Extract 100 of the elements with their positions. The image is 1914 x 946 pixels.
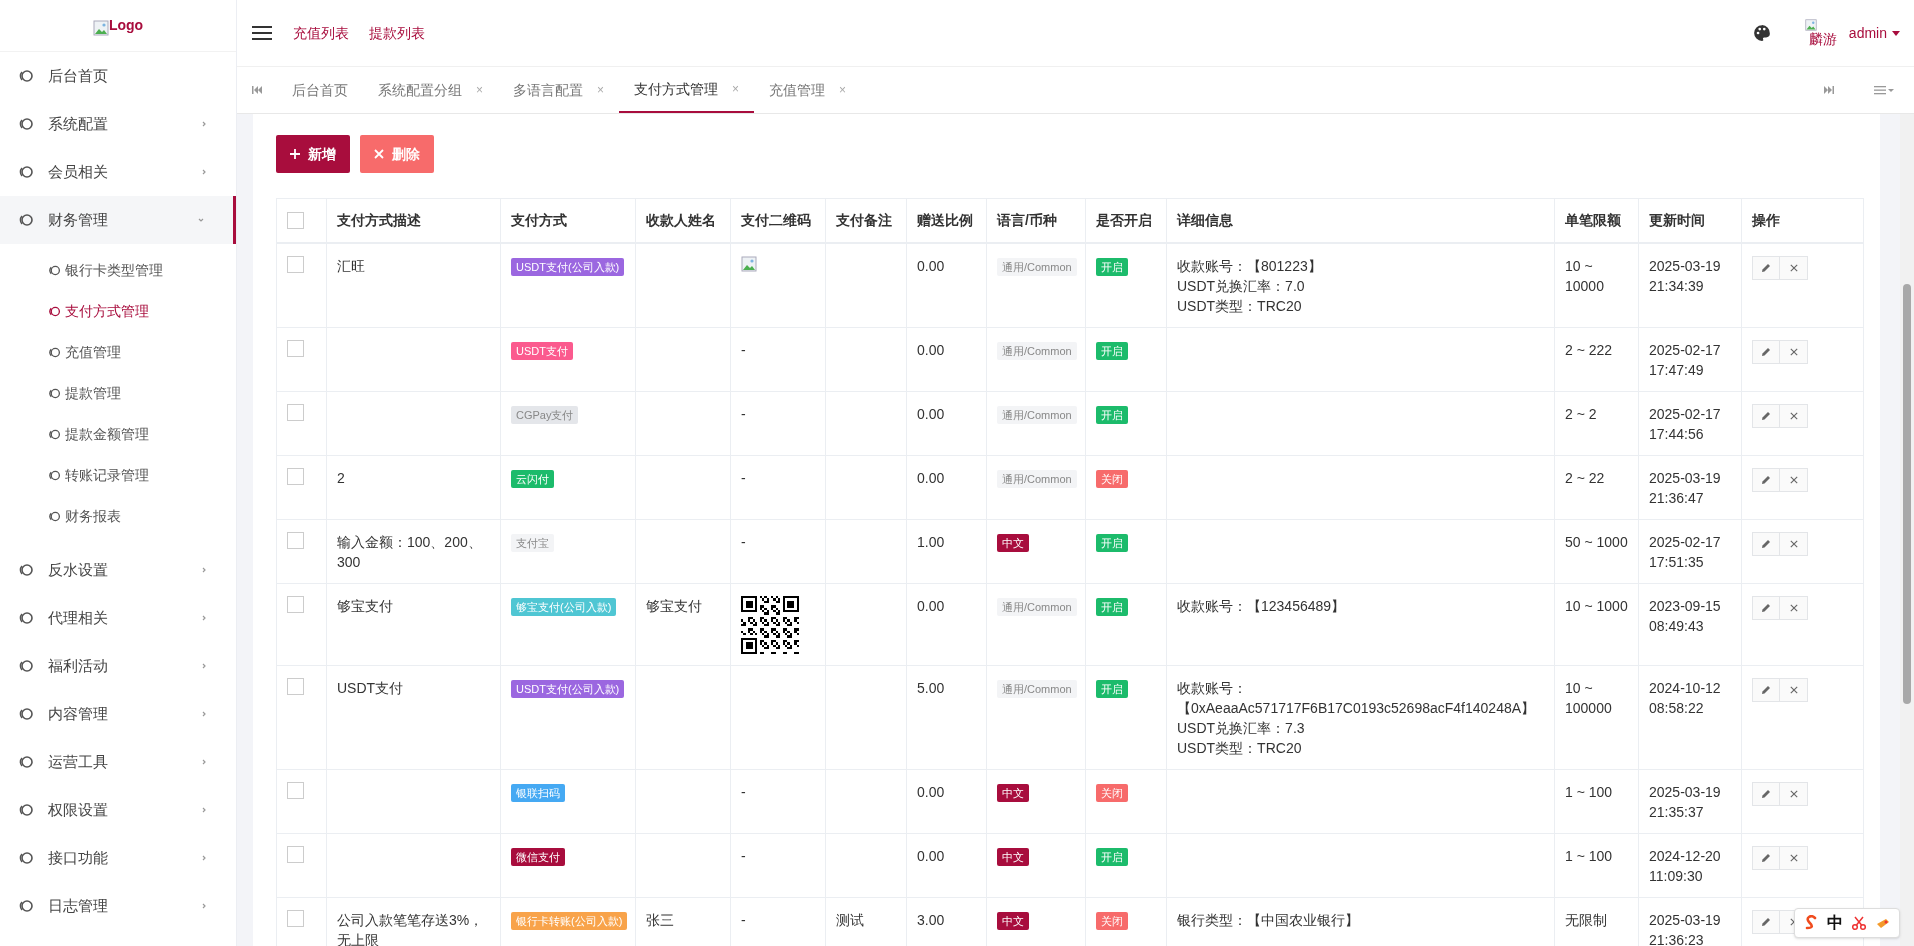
edit-button[interactable]: [1752, 845, 1780, 870]
sidebar-subitem[interactable]: 提款管理: [0, 373, 236, 414]
table-cell: 2025-03-19 21:34:39: [1638, 242, 1742, 327]
header-link[interactable]: 充值列表: [293, 22, 349, 44]
skip-forward-icon[interactable]: [1824, 86, 1834, 94]
user-menu[interactable]: admin: [1848, 22, 1900, 44]
spiral-icon: [18, 610, 34, 626]
table-cell: 0.00: [906, 769, 987, 833]
sidebar-item[interactable]: 日志管理: [0, 882, 236, 930]
sidebar-item[interactable]: 财务管理: [0, 196, 236, 244]
column-header: 支付方式: [500, 198, 636, 243]
checkbox[interactable]: [287, 211, 304, 229]
edit-button[interactable]: [1752, 531, 1780, 556]
qr-code-drawing: [741, 595, 799, 654]
sidebar-item[interactable]: 系统配置: [0, 100, 236, 148]
language-tag: 通用/Common: [997, 257, 1077, 276]
menu-icon[interactable]: [251, 25, 273, 41]
sidebar-item[interactable]: 会员相关: [0, 148, 236, 196]
payment-method-tag: 微信支付: [511, 847, 565, 866]
edit-button[interactable]: [1752, 781, 1780, 806]
add-button[interactable]: 新增: [276, 135, 350, 173]
pencil-icon: [1761, 410, 1771, 421]
sidebar-item[interactable]: 内容管理: [0, 690, 236, 738]
tab[interactable]: 充值管理 ×: [754, 67, 862, 113]
tab[interactable]: 后台首页: [277, 67, 363, 113]
table-cell: 够宝支付: [326, 583, 501, 665]
table-cell: 汇旺: [326, 242, 501, 327]
sidebar-item[interactable]: 后台首页: [0, 52, 236, 100]
checkbox[interactable]: [287, 531, 304, 549]
pencil-icon: [1761, 474, 1771, 485]
edit-button[interactable]: [1752, 909, 1780, 934]
column-header: 支付方式描述: [326, 198, 501, 243]
pencil-icon: [1761, 788, 1771, 799]
skip-back-icon[interactable]: [252, 86, 262, 94]
status-tag: 开启: [1096, 405, 1128, 424]
edit-button[interactable]: [1752, 467, 1780, 492]
sidebar-subitem[interactable]: 转账记录管理: [0, 455, 236, 496]
language-tag: 通用/Common: [997, 597, 1077, 616]
table-cell: -: [730, 327, 826, 391]
table-cell: 2 ~ 222: [1554, 327, 1639, 391]
header-link[interactable]: 提款列表: [369, 22, 425, 44]
sidebar-item[interactable]: 福利活动: [0, 642, 236, 690]
table-cell: -: [730, 833, 826, 897]
language-tag: 中文: [997, 911, 1029, 930]
checkbox[interactable]: [287, 845, 304, 863]
input-mode-text[interactable]: 中: [1827, 911, 1843, 935]
sidebar-item[interactable]: 代理相关: [0, 594, 236, 642]
payment-method-tag: 银行卡转账(公司入款): [511, 911, 628, 930]
tab[interactable]: 多语言配置 ×: [498, 67, 620, 113]
status-tag: 开启: [1096, 257, 1128, 276]
checkbox[interactable]: [287, 339, 304, 357]
pencil-icon: [1761, 916, 1771, 927]
scissors-icon[interactable]: [1851, 915, 1867, 931]
scrollbar[interactable]: [1900, 114, 1914, 946]
sidebar-item[interactable]: 接口功能: [0, 834, 236, 882]
checkbox[interactable]: [287, 781, 304, 799]
checkbox[interactable]: [287, 255, 304, 273]
detail-line: 银行类型：【中国农业银行】: [1177, 910, 1360, 930]
edit-button[interactable]: [1752, 255, 1780, 280]
sidebar-subitem[interactable]: 充值管理: [0, 332, 236, 373]
table-cell: 2025-02-17 17:44:56: [1638, 391, 1742, 455]
checkbox[interactable]: [287, 909, 304, 927]
column-header: 更新时间: [1638, 198, 1742, 243]
edit-button[interactable]: [1752, 339, 1780, 364]
table-cell: 0.00: [906, 583, 987, 665]
spiral-icon: [48, 510, 61, 523]
checkbox[interactable]: [287, 595, 304, 613]
column-header: 收款人姓名: [635, 198, 731, 243]
checkbox[interactable]: [287, 677, 304, 695]
pencil-icon: [1761, 684, 1771, 695]
edit-button[interactable]: [1752, 595, 1780, 620]
input-method-menu[interactable]: 中: [1794, 908, 1900, 938]
tab[interactable]: 系统配置分组 ×: [363, 67, 498, 113]
list-menu-icon[interactable]: [1874, 85, 1894, 95]
detail-line: USDT类型：TRC20: [1177, 296, 1303, 316]
pencil-icon: [1761, 852, 1771, 863]
detail-line: USDT兑换汇率：7.3: [1177, 718, 1306, 738]
table-cell: -: [730, 455, 826, 519]
table-cell: 2025-02-17 17:47:49: [1638, 327, 1742, 391]
sidebar-item[interactable]: 权限设置: [0, 786, 236, 834]
sidebar-item[interactable]: 运营工具: [0, 738, 236, 786]
checkbox[interactable]: [287, 403, 304, 421]
edit-button[interactable]: [1752, 677, 1780, 702]
palette-icon[interactable]: [1752, 24, 1771, 42]
spiral-icon: [48, 305, 61, 318]
table-cell: 2025-03-19 21:35:37: [1638, 769, 1742, 833]
sidebar-subitem[interactable]: 支付方式管理: [0, 291, 236, 332]
table-cell: 2024-12-20 11:09:30: [1638, 833, 1742, 897]
status-tag: 关闭: [1096, 469, 1128, 488]
broken-image-icon: [1804, 19, 1817, 31]
sidebar-subitem[interactable]: 银行卡类型管理: [0, 250, 236, 291]
table-cell: 0.00: [906, 327, 987, 391]
sidebar-subitem[interactable]: 提款金额管理: [0, 414, 236, 455]
spiral-icon: [18, 164, 34, 180]
checkbox[interactable]: [287, 467, 304, 485]
pencil-icon: [1761, 346, 1771, 357]
sidebar-item[interactable]: 反水设置: [0, 546, 236, 594]
table-cell: 2023-09-15 08:49:43: [1638, 583, 1742, 665]
edit-button[interactable]: [1752, 403, 1780, 428]
sidebar-subitem[interactable]: 财务报表: [0, 496, 236, 537]
